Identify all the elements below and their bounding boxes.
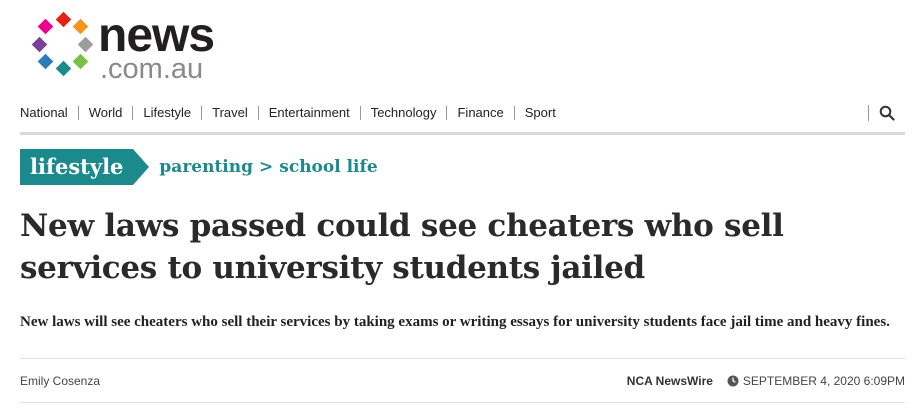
search-area — [868, 101, 895, 125]
nav-item-finance[interactable]: Finance — [457, 101, 503, 125]
nav-divider — [257, 106, 259, 120]
nav-underline — [20, 132, 905, 135]
article-standfirst: New laws will see cheaters who sell thei… — [20, 314, 890, 330]
nav-divider — [132, 106, 134, 120]
nav-divider — [513, 106, 515, 120]
logo-dot-grey — [77, 36, 94, 53]
logo-dot-teal — [55, 60, 72, 77]
article-source: NCA NewsWire — [626, 374, 713, 388]
breadcrumb-parenting[interactable]: parenting — [159, 157, 253, 177]
nav-divider — [359, 106, 361, 120]
article-meta: NCA NewsWire SEPTEMBER 4, 2020 6:09PM — [627, 374, 905, 388]
nav-divider — [77, 106, 79, 120]
clock-icon — [727, 375, 739, 387]
nav-item-national[interactable]: National — [20, 101, 68, 125]
nav-item-travel[interactable]: Travel — [212, 101, 248, 125]
nav-divider — [868, 105, 869, 121]
nav-item-world[interactable]: World — [89, 101, 123, 125]
site-logo[interactable]: news .com.au — [28, 11, 228, 85]
logo-dot-green — [72, 53, 89, 70]
logo-dot-orange — [72, 18, 89, 35]
breadcrumb-school-life[interactable]: school life — [279, 157, 377, 177]
logo-dot-pink — [37, 18, 54, 35]
section-breadcrumb: lifestyle parenting > school life — [20, 149, 378, 185]
main-nav: National World Lifestyle Travel Entertai… — [20, 101, 905, 125]
nav-item-technology[interactable]: Technology — [371, 101, 437, 125]
nav-divider — [201, 106, 203, 120]
nav-item-sport[interactable]: Sport — [525, 101, 556, 125]
breadcrumb-separator: > — [259, 157, 274, 177]
section-tag-lifestyle[interactable]: lifestyle — [20, 149, 150, 185]
article-timestamp: SEPTEMBER 4, 2020 6:09PM — [742, 374, 905, 388]
divider — [20, 300, 905, 301]
logo-dot-red — [55, 11, 72, 28]
logo-dots — [28, 11, 98, 78]
nav-item-lifestyle[interactable]: Lifestyle — [143, 101, 191, 125]
logo-domain: .com.au — [100, 53, 204, 85]
divider — [20, 358, 905, 359]
author-name[interactable]: Emily Cosenza — [20, 374, 100, 388]
logo-dot-blue — [37, 53, 54, 70]
search-icon[interactable] — [879, 105, 895, 121]
divider — [20, 402, 905, 403]
logo-dot-purple — [31, 36, 48, 53]
nav-divider — [446, 106, 448, 120]
article-headline: New laws passed could see cheaters who s… — [20, 208, 784, 286]
nav-item-entertainment[interactable]: Entertainment — [269, 101, 350, 125]
